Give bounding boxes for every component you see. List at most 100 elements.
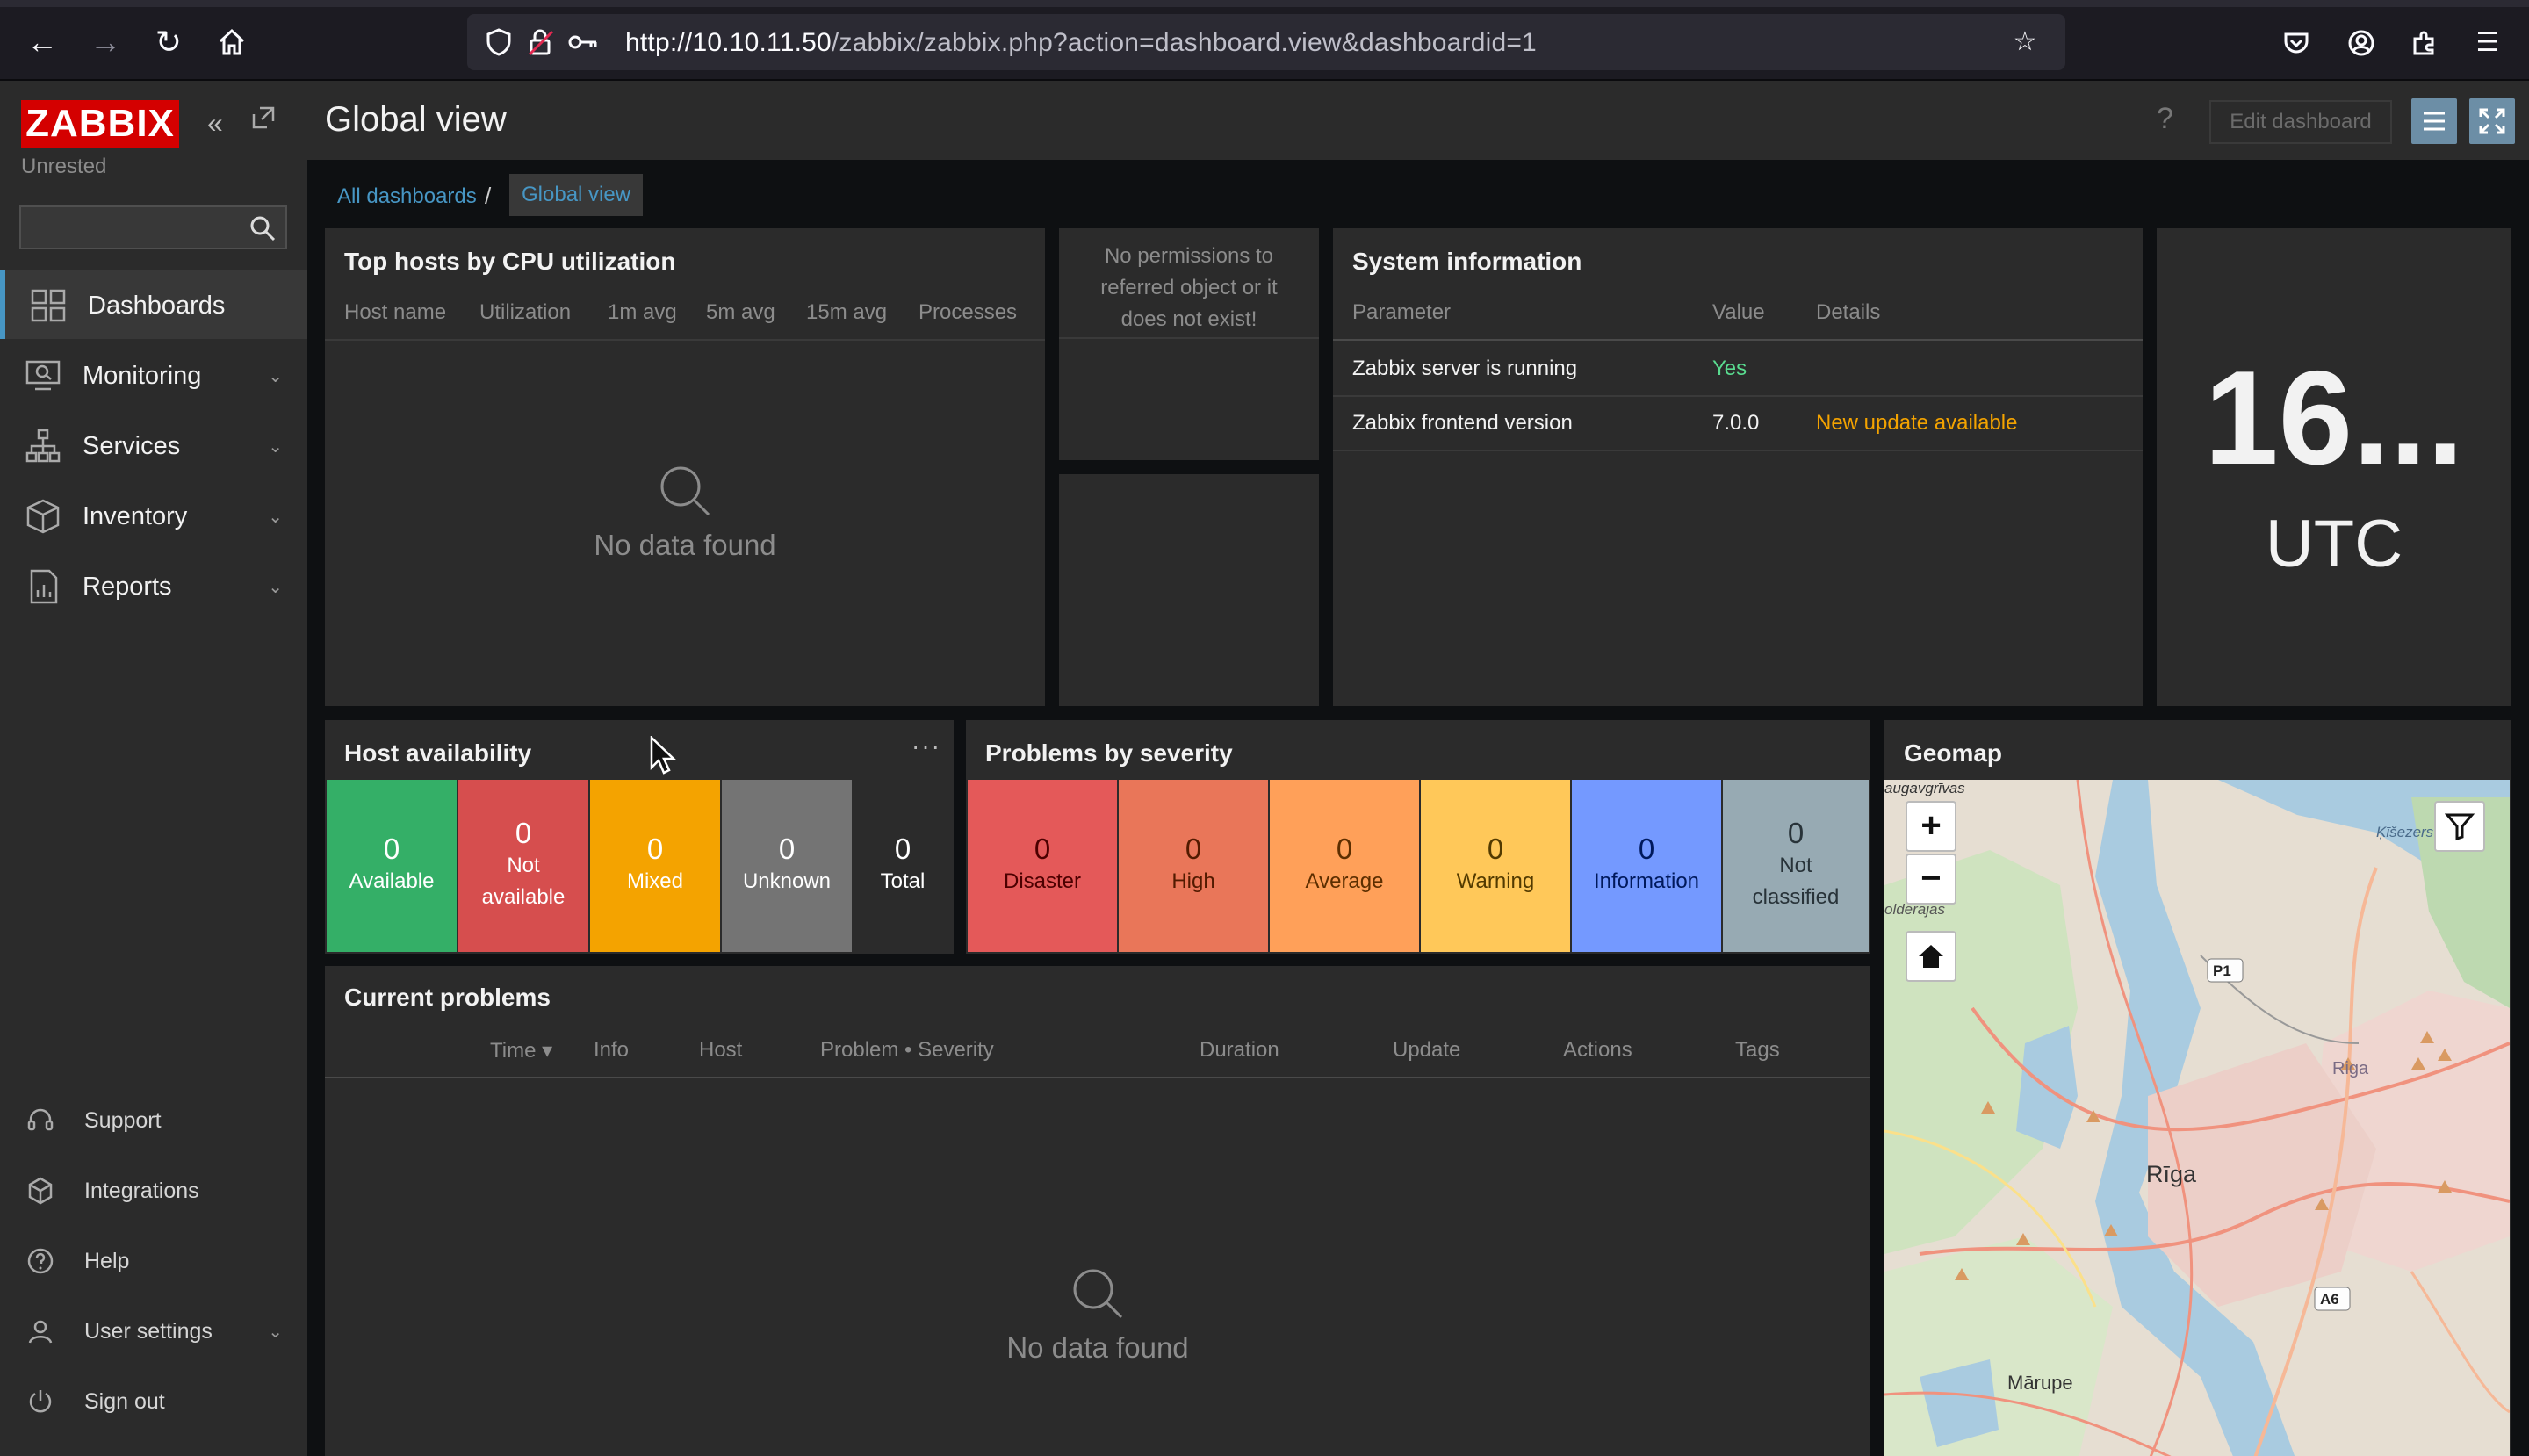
widget-menu-icon[interactable]: ··· xyxy=(911,732,941,760)
map-city-label: Riga xyxy=(2332,1059,2369,1078)
hamburger-menu-icon[interactable]: ☰ xyxy=(2468,23,2508,63)
tile-available[interactable]: 0 Available xyxy=(327,780,457,952)
map-zoom-in-button[interactable]: + xyxy=(1906,801,1956,852)
tile-label: Warning xyxy=(1456,869,1535,893)
breadcrumb-all-dashboards[interactable]: All dashboards xyxy=(337,184,477,209)
menu-item-services[interactable]: Services ⌄ xyxy=(0,411,307,479)
search-icon[interactable] xyxy=(249,214,277,242)
column-header: Value xyxy=(1712,300,1765,324)
tile-label: Disaster xyxy=(1003,869,1082,893)
tile-label: High xyxy=(1171,869,1215,893)
kiosk-mode-button[interactable] xyxy=(2469,98,2515,144)
kiosk-mode-icon[interactable] xyxy=(251,105,276,137)
map-zoom-out-button[interactable]: − xyxy=(1906,854,1956,905)
tile-count: 0 xyxy=(1336,833,1353,865)
map-filter-button[interactable] xyxy=(2434,801,2485,852)
tile-unknown[interactable]: 0 Unknown xyxy=(722,780,852,952)
user-icon xyxy=(28,1320,53,1344)
edit-dashboard-button[interactable]: Edit dashboard xyxy=(2209,100,2392,144)
menu-item-dashboards[interactable]: Dashboards xyxy=(0,270,307,339)
chevron-down-icon: ⌄ xyxy=(268,508,283,527)
footer-item-integrations[interactable]: Integrations xyxy=(0,1159,307,1221)
browser-toolbar: ← → ↻ http://10.10.11.50/zabbix/zabbix.p… xyxy=(0,0,2529,81)
column-header: 5m avg xyxy=(706,300,775,324)
integrations-icon xyxy=(28,1177,53,1205)
tile-average[interactable]: 0 Average xyxy=(1270,780,1419,952)
back-arrow-icon[interactable]: ← xyxy=(19,19,65,65)
footer-label: Sign out xyxy=(84,1389,165,1414)
sidebar-search-input[interactable] xyxy=(19,205,287,249)
lock-icon[interactable] xyxy=(522,23,560,61)
url-text[interactable]: http://10.10.11.50/zabbix/zabbix.php?act… xyxy=(625,28,1537,58)
clock-timezone: UTC xyxy=(2265,507,2403,581)
update-available-link[interactable]: New update available xyxy=(1816,411,2018,436)
account-icon[interactable] xyxy=(2341,23,2381,63)
reload-icon[interactable]: ↻ xyxy=(146,19,191,65)
breadcrumb-current[interactable]: Global view xyxy=(509,174,644,216)
key-icon[interactable] xyxy=(564,23,602,61)
search-icon xyxy=(660,466,710,516)
inventory-icon xyxy=(26,499,60,534)
collapse-sidebar-icon[interactable]: « xyxy=(207,107,223,140)
column-header: Details xyxy=(1816,300,1881,324)
map-canvas[interactable]: P1 A6 Rīga Riga Mārupe Ķīšezers augavgrī… xyxy=(1884,780,2510,1456)
star-icon[interactable]: ☆ xyxy=(2006,23,2044,61)
widget-no-permission: No permissions to referred object or it … xyxy=(1059,228,1319,460)
column-header: Utilization xyxy=(479,300,572,324)
tile-not-classified[interactable]: 0 Not classified xyxy=(1723,780,1869,952)
map-road-label: A6 xyxy=(2320,1291,2339,1308)
home-icon[interactable] xyxy=(209,19,255,65)
tile-warning[interactable]: 0 Warning xyxy=(1421,780,1570,952)
table-divider xyxy=(325,339,1045,341)
map-city-label: Rīga xyxy=(2146,1161,2197,1187)
tile-label: Available xyxy=(349,869,435,893)
column-header: 15m avg xyxy=(806,300,888,324)
map-area-label: augavgrīvas xyxy=(1884,780,1965,796)
row-divider xyxy=(1333,450,2143,451)
menu-item-reports[interactable]: Reports ⌄ xyxy=(0,551,307,620)
map-home-button[interactable] xyxy=(1906,931,1956,982)
map-road-label: P1 xyxy=(2213,962,2231,979)
no-data-message: No data found xyxy=(966,1265,1229,1365)
shield-icon[interactable] xyxy=(479,23,518,61)
help-button[interactable]: ? xyxy=(2157,102,2173,136)
footer-item-help[interactable]: Help xyxy=(0,1229,307,1291)
divider xyxy=(1059,337,1319,339)
row-divider xyxy=(1333,395,2143,397)
tile-not-available[interactable]: 0 Not available xyxy=(458,780,588,952)
column-header: Problem • Severity xyxy=(820,1038,994,1062)
column-header-time[interactable]: Time ▾ xyxy=(490,1038,552,1063)
tile-count: 0 xyxy=(894,833,911,865)
extensions-icon[interactable] xyxy=(2404,23,2445,63)
tile-count: 0 xyxy=(778,833,796,865)
monitoring-icon xyxy=(25,360,61,391)
pocket-icon[interactable] xyxy=(2276,23,2316,63)
widget-empty xyxy=(1059,474,1319,706)
tile-count: 0 xyxy=(646,833,664,865)
tile-high[interactable]: 0 High xyxy=(1119,780,1268,952)
tile-mixed[interactable]: 0 Mixed xyxy=(590,780,720,952)
no-permission-message: No permissions to referred object or it … xyxy=(1059,241,1319,335)
home-icon xyxy=(1919,945,1943,968)
footer-item-support[interactable]: Support xyxy=(0,1089,307,1150)
map-lake-label: Ķīšezers xyxy=(2376,824,2434,840)
dashboard-list-button[interactable] xyxy=(2411,98,2457,144)
no-data-message: No data found xyxy=(553,462,817,562)
menu-item-inventory[interactable]: Inventory ⌄ xyxy=(0,481,307,550)
widget-geomap: Geomap P1 A6 Rīga Riga Mārupe Ķīšezers a… xyxy=(1884,720,2511,1456)
tile-count: 0 xyxy=(1638,833,1655,865)
zabbix-logo[interactable]: ZABBIX xyxy=(21,100,179,148)
sidebar: ZABBIX « Unrested Dashboards Monitoring … xyxy=(0,81,307,1456)
tile-label: Mixed xyxy=(626,869,684,893)
url-bar[interactable]: http://10.10.11.50/zabbix/zabbix.php?act… xyxy=(467,14,2065,70)
chevron-down-icon: ⌄ xyxy=(268,367,283,386)
tile-information[interactable]: 0 Information xyxy=(1572,780,1721,952)
footer-item-sign-out[interactable]: Sign out xyxy=(0,1370,307,1431)
tile-disaster[interactable]: 0 Disaster xyxy=(968,780,1117,952)
widget-host-availability: Host availability ··· 0 Available 0 Not … xyxy=(325,720,954,954)
menu-item-monitoring[interactable]: Monitoring ⌄ xyxy=(0,341,307,409)
page-header: Global view ? Edit dashboard xyxy=(307,81,2529,160)
message-line: No permissions to xyxy=(1104,244,1274,268)
forward-arrow-icon[interactable]: → xyxy=(83,19,128,65)
footer-item-user-settings[interactable]: User settings ⌄ xyxy=(0,1300,307,1361)
